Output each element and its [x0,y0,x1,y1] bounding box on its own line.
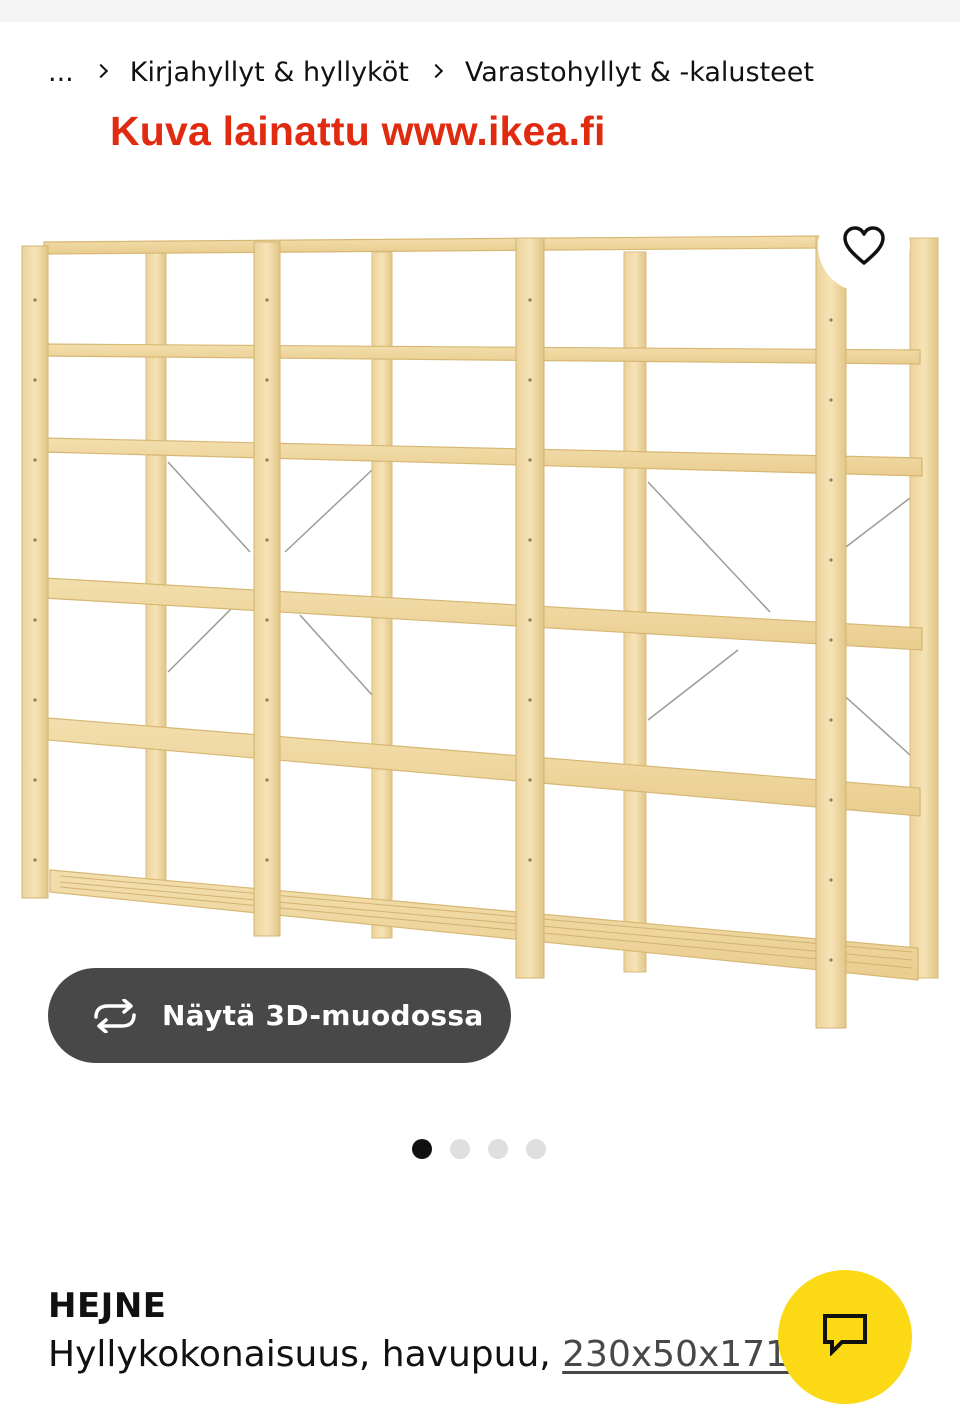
chat-icon [823,1314,867,1356]
product-name: HEJNE [48,1286,167,1326]
chevron-right-icon [96,66,108,78]
chevron-right-icon [431,66,443,78]
image-credit-text: Kuva lainattu www.ikea.fi [110,108,606,154]
favorite-button[interactable] [818,200,910,292]
view-3d-button[interactable]: Näytä 3D-muodossa [48,968,511,1063]
breadcrumb-ellipsis[interactable]: ... [48,57,74,88]
carousel-indicator [412,1139,546,1159]
product-description: Hyllykokonaisuus, havupuu, 230x50x171 cm [48,1334,854,1375]
carousel-dot-1[interactable] [412,1139,432,1159]
breadcrumb-item-storage-shelves[interactable]: Varastohyllyt & -kalusteet [465,57,814,88]
breadcrumb: ... Kirjahyllyt & hyllyköt Varastohyllyt… [48,52,814,92]
rotate-icon [90,998,140,1033]
carousel-dot-3[interactable] [488,1139,508,1159]
product-image[interactable] [0,180,960,1080]
shelving-unit-illustration [21,235,939,1029]
top-status-strip [0,0,960,22]
carousel-dot-4[interactable] [526,1139,546,1159]
heart-icon [843,226,885,265]
carousel-dot-2[interactable] [450,1139,470,1159]
product-description-text: Hyllykokonaisuus, havupuu, [48,1334,563,1375]
view-3d-label: Näytä 3D-muodossa [162,999,484,1032]
breadcrumb-item-bookcases[interactable]: Kirjahyllyt & hyllyköt [130,57,409,88]
